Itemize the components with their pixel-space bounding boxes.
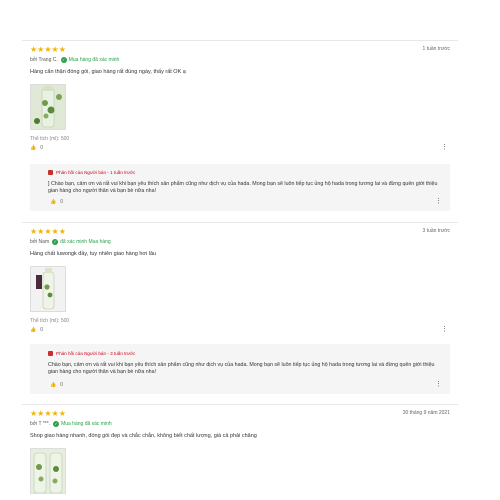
seller-reply-header: Phản hồi của Người bán - 3 tuần trước bbox=[48, 351, 135, 356]
more-vertical-icon[interactable]: ⋮ bbox=[441, 143, 448, 151]
shop-icon bbox=[48, 351, 53, 356]
review-separator bbox=[22, 222, 458, 223]
verified-badge: ✓ đã xác minh Mua hàng bbox=[52, 239, 111, 245]
more-vertical-icon[interactable]: ⋮ bbox=[441, 325, 448, 333]
seller-reply: Phản hồi của Người bán - 1 tuần trước ] … bbox=[30, 164, 450, 211]
thumbs-up-icon: 👍 bbox=[30, 145, 37, 151]
review-time: 1 tuần trước bbox=[422, 46, 450, 52]
like-count: 0 bbox=[60, 199, 64, 205]
more-vertical-icon[interactable]: ⋮ bbox=[435, 197, 442, 205]
check-circle-icon: ✓ bbox=[52, 239, 59, 245]
star-icon: ★★★★★ bbox=[30, 227, 66, 236]
reply-like-button[interactable]: 👍 0 bbox=[50, 382, 63, 388]
seller-reply: Phản hồi của Người bán - 3 tuần trước Ch… bbox=[30, 344, 450, 394]
star-icon: ★★★★★ bbox=[30, 409, 66, 418]
rating-stars: ★★★★★ bbox=[30, 228, 66, 236]
seller-reply-text: Chào bạn, cảm ơn và rất vui khi bạn yêu … bbox=[48, 362, 435, 375]
product-variant: Thể tích (ml): 500 bbox=[30, 136, 70, 142]
like-button[interactable]: 👍 0 bbox=[30, 145, 43, 151]
verified-badge: ✓ Mua hàng đã xác minh bbox=[53, 421, 112, 427]
product-bottle-image bbox=[31, 267, 65, 311]
author-name: bởi Nam bbox=[30, 239, 50, 245]
verified-label: Mua hàng đã xác minh bbox=[61, 421, 112, 427]
thumbs-up-icon: 👍 bbox=[50, 199, 57, 205]
author-name: bởi Trang C. bbox=[30, 57, 58, 63]
review-separator bbox=[22, 404, 458, 405]
like-count: 0 bbox=[60, 382, 64, 388]
review-text: Hàng cẩn thận đóng gói, giao hàng rất đú… bbox=[30, 69, 186, 75]
author-name: bởi T ***. bbox=[30, 421, 51, 427]
like-count: 0 bbox=[40, 327, 44, 333]
review-item-3: ★★★★★ 30 tháng 9 năm 2021 bởi T ***. ✓ M… bbox=[22, 408, 462, 500]
seller-reply-title: Phản hồi của Người bán - 1 tuần trước bbox=[56, 170, 136, 175]
product-variant: Thể tích (ml): 500 bbox=[30, 318, 70, 324]
rating-stars: ★★★★★ bbox=[30, 410, 66, 418]
review-time: 3 tuần trước bbox=[422, 228, 450, 234]
seller-reply-header: Phản hồi của Người bán - 1 tuần trước bbox=[48, 170, 135, 175]
review-text: Hàng chất luwongk đầy, tuy nhiên giao hà… bbox=[30, 251, 157, 257]
review-author: bởi Trang C. ✓ Mua hàng đã xác minh bbox=[30, 57, 119, 63]
star-icon: ★★★★★ bbox=[30, 45, 66, 54]
review-author: bởi T ***. ✓ Mua hàng đã xác minh bbox=[30, 421, 112, 427]
review-time: 30 tháng 9 năm 2021 bbox=[402, 410, 450, 416]
product-bottle-image bbox=[31, 85, 65, 129]
seller-reply-text: ] Chào bạn, cảm ơn và rất vui khi bạn yê… bbox=[48, 181, 438, 194]
check-circle-icon: ✓ bbox=[60, 57, 67, 63]
thumbs-up-icon: 👍 bbox=[50, 382, 57, 388]
review-text: Shop giao hàng nhanh, đóng gói đẹp và ch… bbox=[30, 433, 257, 439]
review-author: bởi Nam ✓ đã xác minh Mua hàng bbox=[30, 239, 111, 245]
thumbs-up-icon: 👍 bbox=[30, 327, 37, 333]
review-image[interactable] bbox=[30, 266, 66, 312]
check-circle-icon: ✓ bbox=[53, 421, 60, 427]
reply-like-button[interactable]: 👍 0 bbox=[50, 199, 63, 205]
like-button[interactable]: 👍 0 bbox=[30, 327, 43, 333]
review-image[interactable] bbox=[30, 84, 66, 130]
product-bottle-image bbox=[31, 449, 65, 493]
seller-reply-title: Phản hồi của Người bán - 3 tuần trước bbox=[56, 351, 136, 356]
verified-badge: ✓ Mua hàng đã xác minh bbox=[60, 57, 120, 63]
more-vertical-icon[interactable]: ⋮ bbox=[435, 380, 442, 388]
like-count: 0 bbox=[40, 145, 44, 151]
review-image[interactable] bbox=[30, 448, 66, 494]
verified-label: Mua hàng đã xác minh bbox=[68, 57, 120, 63]
rating-stars: ★★★★★ bbox=[30, 46, 66, 54]
verified-label: đã xác minh Mua hàng bbox=[60, 239, 111, 245]
shop-icon bbox=[48, 170, 53, 175]
review-separator bbox=[22, 40, 458, 41]
